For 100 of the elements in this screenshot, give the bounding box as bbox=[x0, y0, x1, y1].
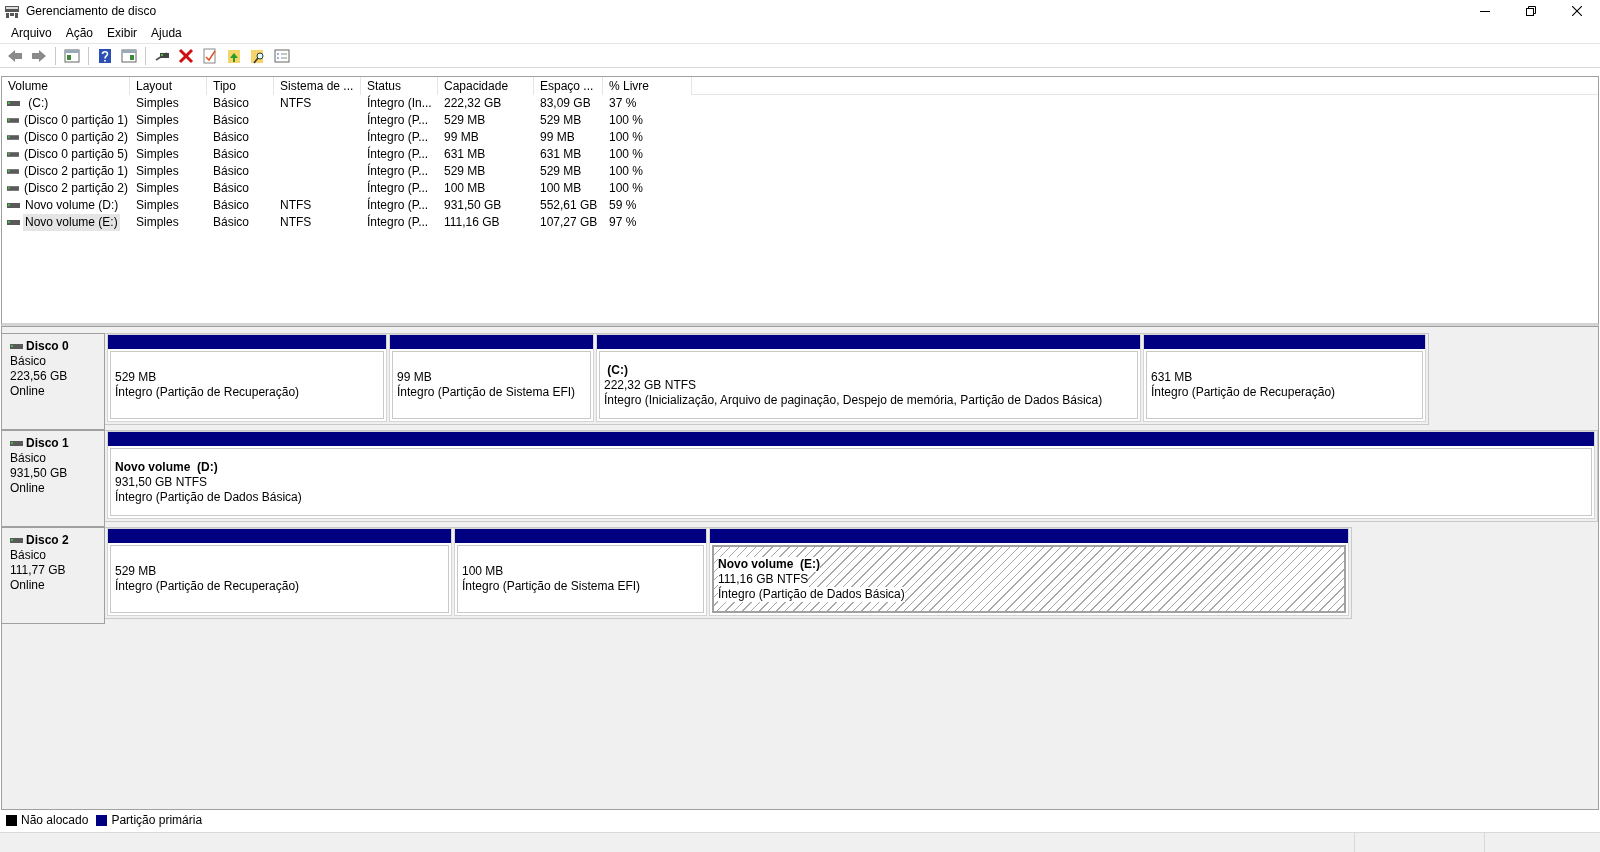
disk-info: 111,77 GB bbox=[10, 563, 67, 578]
table-cell: Simples bbox=[136, 130, 179, 144]
column-header[interactable]: Tipo bbox=[207, 77, 274, 95]
partition-title: (C:) bbox=[606, 362, 629, 378]
table-cell: 631 MB bbox=[444, 147, 486, 161]
partition-status: Íntegro (Partição de Dados Básica) bbox=[115, 489, 303, 505]
partition-block[interactable]: (C:) 222,32 GB NTFS Íntegro (Inicialização, Arquivo de paginação, Despejo de memória, Partição de Dados Básica) bbox=[596, 334, 1141, 422]
table-cell: 107,27 GB bbox=[540, 215, 598, 229]
partition-block[interactable]: 631 MB Íntegro (Partição de Recuperação) bbox=[1143, 334, 1426, 422]
disk-info: Básico bbox=[10, 451, 48, 466]
column-header[interactable]: Volume bbox=[2, 77, 130, 95]
drive-icon bbox=[10, 343, 23, 350]
partition-size: 222,32 GB NTFS bbox=[604, 377, 698, 392]
drive-icon bbox=[7, 117, 19, 124]
table-cell: NTFS bbox=[280, 215, 312, 229]
delete-icon bbox=[178, 47, 194, 64]
table-cell: 100 % bbox=[609, 130, 644, 144]
table-cell: Básico bbox=[213, 130, 250, 144]
volume-list-item[interactable]: (Disco 0 partição 5) bbox=[21, 146, 130, 163]
volume-list-item[interactable]: (Disco 0 partição 1) bbox=[21, 112, 130, 129]
table-cell: 529 MB bbox=[540, 113, 582, 127]
table-cell: 37 % bbox=[609, 96, 637, 110]
partition-block[interactable]: 529 MB Íntegro (Partição de Recuperação) bbox=[107, 334, 387, 422]
table-cell: Básico bbox=[213, 198, 250, 212]
disk-name: Disco 0 bbox=[26, 339, 69, 354]
table-cell: 99 MB bbox=[540, 130, 575, 144]
table-cell: Íntegro (P... bbox=[367, 181, 429, 195]
column-header[interactable]: Status bbox=[361, 77, 438, 95]
column-header[interactable]: Capacidade bbox=[438, 77, 534, 95]
drive-icon bbox=[7, 168, 19, 175]
table-cell: Básico bbox=[213, 147, 250, 161]
table-cell: 100 % bbox=[609, 181, 644, 195]
table-cell: Íntegro (P... bbox=[367, 147, 429, 161]
volume-list-item[interactable]: Novo volume (E:) bbox=[23, 214, 120, 231]
disk-name: Disco 2 bbox=[26, 533, 69, 548]
partition-block[interactable]: 100 MB Íntegro (Partição de Sistema EFI) bbox=[454, 528, 707, 616]
volume-list-item[interactable]: (C:) bbox=[23, 95, 51, 112]
drive-icon bbox=[7, 202, 20, 209]
table-cell: 529 MB bbox=[444, 164, 486, 178]
partition-size: 100 MB bbox=[462, 564, 505, 578]
menu-item[interactable]: Exibir bbox=[100, 21, 145, 44]
partition-size: 631 MB bbox=[1151, 370, 1194, 384]
panel-icon bbox=[64, 47, 80, 64]
partition-size: 529 MB bbox=[115, 370, 158, 384]
folder-up-icon bbox=[226, 47, 242, 64]
volume-list-item[interactable]: (Disco 0 partição 2) bbox=[21, 129, 130, 146]
partition-block[interactable]: 529 MB Íntegro (Partição de Recuperação) bbox=[107, 528, 452, 616]
volume-list-item[interactable]: (Disco 2 partição 1) bbox=[21, 163, 130, 180]
table-cell: Íntegro (P... bbox=[367, 215, 429, 229]
disk-info: 223,56 GB bbox=[10, 369, 69, 384]
partition-block[interactable]: Novo volume (E:) 111,16 GB NTFS Íntegro (Partição de Dados Básica) bbox=[709, 528, 1349, 616]
table-cell: Simples bbox=[136, 198, 179, 212]
table-cell: Básico bbox=[213, 96, 250, 110]
table-cell: Simples bbox=[136, 113, 179, 127]
table-cell: 100 % bbox=[609, 164, 644, 178]
partition-status: Íntegro (Inicialização, Arquivo de paginação, Despejo de memória, Partição de Dados Básica) bbox=[604, 392, 1104, 408]
table-cell: Simples bbox=[136, 96, 179, 110]
table-cell: Íntegro (P... bbox=[367, 113, 429, 127]
column-header[interactable]: Layout bbox=[130, 77, 207, 95]
table-cell: 931,50 GB bbox=[444, 198, 502, 212]
volume-list-item[interactable]: Novo volume (D:) bbox=[23, 197, 121, 214]
disk-info: Online bbox=[10, 481, 46, 496]
table-cell: Íntegro (P... bbox=[367, 164, 429, 178]
table-cell: 111,16 GB bbox=[444, 215, 500, 229]
partition-block[interactable]: Novo volume (D:) 931,50 GB NTFS Íntegro (Partição de Dados Básica) bbox=[107, 431, 1595, 519]
table-cell: Básico bbox=[213, 164, 250, 178]
volume-list-item[interactable]: (Disco 2 partição 2) bbox=[21, 180, 130, 197]
table-cell: 222,32 GB bbox=[444, 96, 502, 110]
column-header[interactable]: Sistema de ... bbox=[274, 77, 361, 95]
column-header[interactable]: % Livre bbox=[603, 77, 692, 95]
partition-block[interactable]: 99 MB Íntegro (Partição de Sistema EFI) bbox=[389, 334, 594, 422]
table-cell: 100 % bbox=[609, 113, 644, 127]
disk-info: Online bbox=[10, 578, 46, 593]
partition-status: Íntegro (Partição de Recuperação) bbox=[115, 579, 301, 594]
table-cell: Básico bbox=[213, 181, 250, 195]
drive-icon bbox=[7, 185, 19, 192]
drive-icon bbox=[7, 151, 19, 158]
table-cell: Básico bbox=[213, 215, 250, 229]
drive-icon bbox=[7, 100, 20, 107]
checkmark-icon bbox=[202, 47, 218, 64]
disk-info: Básico bbox=[10, 354, 48, 369]
table-cell: 552,61 GB bbox=[540, 198, 598, 212]
panel-icon bbox=[121, 47, 137, 64]
table-cell: 100 MB bbox=[444, 181, 486, 195]
menu-item[interactable]: Ação bbox=[58, 21, 101, 44]
table-cell: Simples bbox=[136, 147, 179, 161]
table-cell: 97 % bbox=[609, 215, 637, 229]
drive-icon bbox=[10, 440, 23, 447]
table-cell: Simples bbox=[136, 181, 179, 195]
partition-size: 529 MB bbox=[115, 564, 158, 578]
disk-info: Básico bbox=[10, 548, 48, 563]
partition-title: Novo volume (D:) bbox=[115, 459, 219, 475]
menu-item[interactable]: Arquivo bbox=[4, 21, 59, 44]
disk-info: 931,50 GB bbox=[10, 466, 69, 481]
partition-status: Íntegro (Partição de Dados Básica) bbox=[718, 586, 905, 602]
back-arrow-icon bbox=[7, 47, 23, 64]
partition-status: Íntegro (Partição de Recuperação) bbox=[115, 385, 301, 400]
table-cell: 631 MB bbox=[540, 147, 582, 161]
column-header[interactable]: Espaço ... bbox=[534, 77, 603, 95]
menu-item[interactable]: Ajuda bbox=[144, 21, 189, 44]
